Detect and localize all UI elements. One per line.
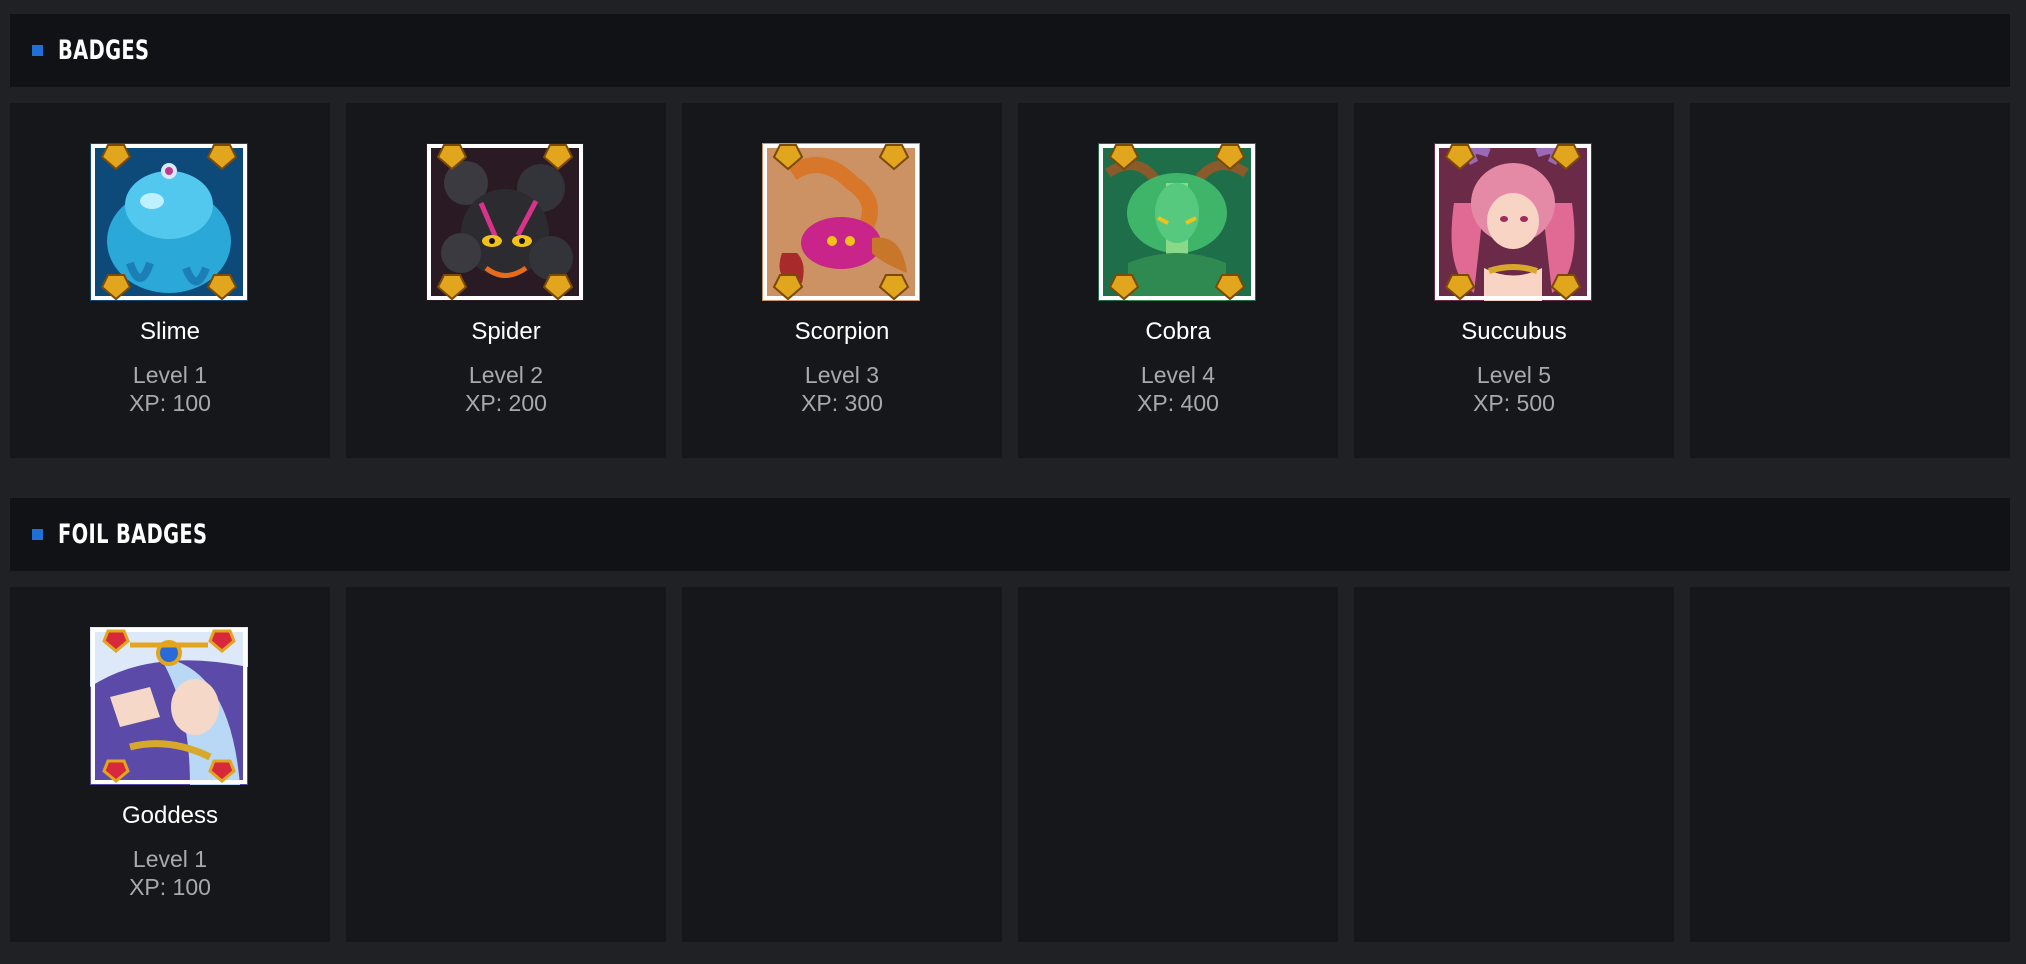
empty-badge-slot <box>346 587 666 942</box>
empty-badge-slot <box>682 587 1002 942</box>
badge-xp: XP: 300 <box>801 390 883 416</box>
badge-name: Scorpion <box>794 318 890 345</box>
badges-grid: Slime Level 1 XP: 100 Spider Level 2 XP:… <box>10 103 2010 458</box>
badge-name: Spider <box>471 318 541 345</box>
empty-badge-slot <box>1690 587 2010 942</box>
badge-xp: XP: 200 <box>465 390 547 416</box>
badge-level: Level 1 <box>132 362 208 388</box>
empty-badge-slot <box>1018 587 1338 942</box>
badge-xp: XP: 100 <box>129 874 211 900</box>
badge-level: Level 1 <box>132 846 208 872</box>
foil-badges-section: FOIL BADGES Goddess Level 1 XP: 100 <box>10 498 2010 942</box>
empty-badge-slot <box>1354 587 1674 942</box>
badge-xp: XP: 400 <box>1137 390 1219 416</box>
section-bullet-icon <box>32 45 43 56</box>
badge-level: Level 3 <box>804 362 880 388</box>
badges-section-title: BADGES <box>58 35 150 66</box>
section-bullet-icon <box>32 529 43 540</box>
foil-badges-grid: Goddess Level 1 XP: 100 <box>10 587 2010 942</box>
badges-section: BADGES Slime Level 1 XP: 100 Spider Leve… <box>10 14 2010 458</box>
badge-xp: XP: 100 <box>129 390 211 416</box>
foil-badge-tile-goddess[interactable]: Goddess Level 1 XP: 100 <box>10 587 330 942</box>
foil-badges-section-title: FOIL BADGES <box>58 519 208 550</box>
slime-badge-icon <box>90 143 248 301</box>
badge-xp: XP: 500 <box>1473 390 1555 416</box>
badge-name: Cobra <box>1145 318 1211 345</box>
goddess-badge-icon <box>90 627 248 785</box>
badge-tile-scorpion[interactable]: Scorpion Level 3 XP: 300 <box>682 103 1002 458</box>
badge-level: Level 4 <box>1140 362 1216 388</box>
badge-level: Level 5 <box>1476 362 1552 388</box>
badge-tile-cobra[interactable]: Cobra Level 4 XP: 400 <box>1018 103 1338 458</box>
badge-name: Slime <box>139 318 200 345</box>
scorpion-badge-icon <box>762 143 920 301</box>
cobra-badge-icon <box>1098 143 1256 301</box>
badge-level: Level 2 <box>468 362 544 388</box>
badge-name: Succubus <box>1461 318 1567 345</box>
badge-tile-succubus[interactable]: Succubus Level 5 XP: 500 <box>1354 103 1674 458</box>
succubus-badge-icon <box>1434 143 1592 301</box>
badge-name: Goddess <box>121 802 219 829</box>
badges-section-header: BADGES <box>10 14 2010 87</box>
foil-badges-section-header: FOIL BADGES <box>10 498 2010 571</box>
badge-tile-spider[interactable]: Spider Level 2 XP: 200 <box>346 103 666 458</box>
empty-badge-slot <box>1690 103 2010 458</box>
badge-tile-slime[interactable]: Slime Level 1 XP: 100 <box>10 103 330 458</box>
spider-badge-icon <box>426 143 584 301</box>
